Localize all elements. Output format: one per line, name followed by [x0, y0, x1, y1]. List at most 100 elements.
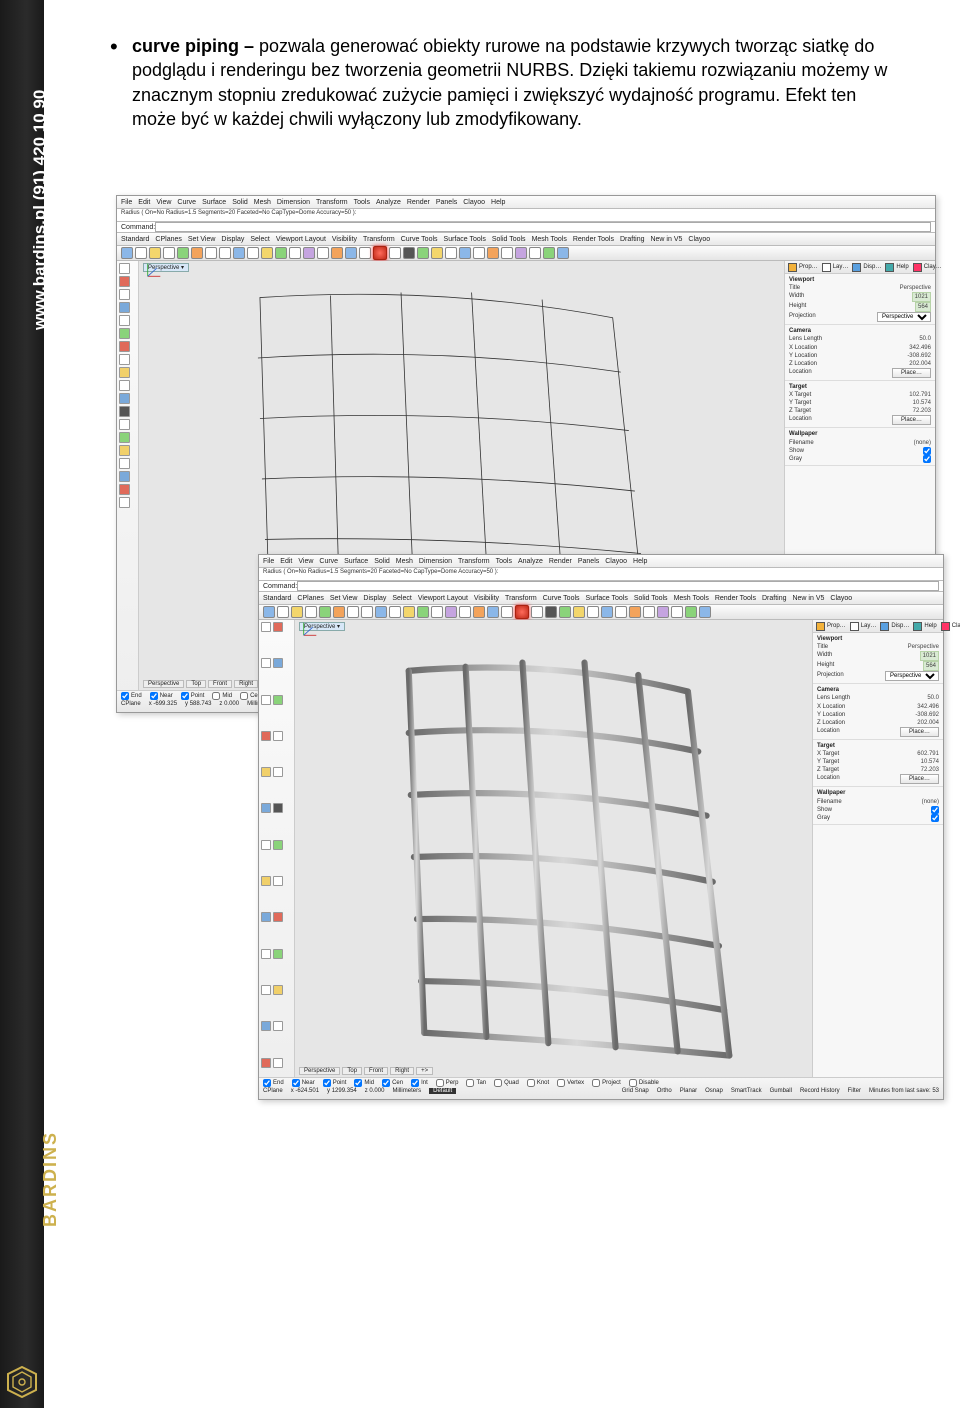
toolbar-tab[interactable]: Visibility: [474, 595, 499, 602]
tool-icon[interactable]: [119, 354, 130, 365]
panel-tab[interactable]: Prop…: [816, 622, 846, 631]
tool-icon[interactable]: [273, 731, 283, 741]
tool-icon[interactable]: [403, 606, 415, 618]
tool-icon[interactable]: [119, 406, 130, 417]
osnap-checkbox[interactable]: [382, 1079, 390, 1087]
menu-item[interactable]: Render: [407, 199, 430, 206]
tool-icon[interactable]: [273, 949, 283, 959]
tool-icon[interactable]: [261, 876, 271, 886]
command-input[interactable]: [297, 581, 939, 591]
tool-icon[interactable]: [261, 695, 271, 705]
tool-icon[interactable]: [573, 606, 585, 618]
place-button[interactable]: Place…: [900, 774, 939, 784]
viewport-tab-button[interactable]: +>: [416, 1067, 433, 1075]
panel-tab[interactable]: Clay…: [913, 263, 942, 272]
tool-icon[interactable]: [119, 458, 130, 469]
tool-icon[interactable]: [515, 247, 527, 259]
tool-icon[interactable]: [345, 247, 357, 259]
gray-checkbox[interactable]: [931, 814, 939, 822]
tool-icon[interactable]: [361, 606, 373, 618]
toolbar-tab[interactable]: Select: [250, 236, 269, 243]
panel-tab[interactable]: Help: [913, 622, 936, 631]
tool-icon[interactable]: [121, 247, 133, 259]
osnap-checkbox[interactable]: [592, 1079, 600, 1087]
osnap-checkbox[interactable]: [121, 692, 129, 700]
panel-tab[interactable]: Clay…: [941, 622, 960, 631]
tool-icon[interactable]: [119, 445, 130, 456]
tool-icon[interactable]: [205, 247, 217, 259]
toolbar-tab[interactable]: Display: [221, 236, 244, 243]
projection-select[interactable]: Perspective: [885, 671, 939, 681]
toolbar-tab[interactable]: Visibility: [332, 236, 357, 243]
tool-icon-highlight[interactable]: [373, 246, 387, 260]
toolbar-tab[interactable]: Clayoo: [830, 595, 852, 602]
tool-icon[interactable]: [219, 247, 231, 259]
tool-icon[interactable]: [261, 1058, 271, 1068]
tool-icon[interactable]: [119, 367, 130, 378]
menu-item[interactable]: Mesh: [396, 558, 413, 565]
menu-item[interactable]: Dimension: [277, 199, 310, 206]
tool-icon[interactable]: [261, 767, 271, 777]
status-toggle[interactable]: Record History: [800, 1088, 840, 1094]
toolbar-tab[interactable]: Solid Tools: [634, 595, 668, 602]
tool-icon[interactable]: [303, 247, 315, 259]
toolbar-tab[interactable]: Render Tools: [573, 236, 614, 243]
tool-icon[interactable]: [119, 471, 130, 482]
osnap-checkbox[interactable]: [150, 692, 158, 700]
tool-icon[interactable]: [119, 497, 130, 508]
osnap-checkbox[interactable]: [323, 1079, 331, 1087]
tool-icon[interactable]: [261, 731, 271, 741]
tool-icon[interactable]: [333, 606, 345, 618]
show-checkbox[interactable]: [931, 806, 939, 814]
osnap-checkbox[interactable]: [466, 1079, 474, 1087]
show-checkbox[interactable]: [923, 447, 931, 455]
tool-icon[interactable]: [261, 912, 271, 922]
tool-icon[interactable]: [263, 606, 275, 618]
tool-icon[interactable]: [291, 606, 303, 618]
tool-icon[interactable]: [135, 247, 147, 259]
panel-tab[interactable]: Disp…: [852, 263, 881, 272]
place-button[interactable]: Place…: [892, 415, 931, 425]
tool-icon[interactable]: [273, 912, 283, 922]
tool-icon[interactable]: [487, 606, 499, 618]
tool-icon[interactable]: [445, 247, 457, 259]
viewport-tab-button[interactable]: Front: [364, 1067, 388, 1075]
tool-icon[interactable]: [459, 247, 471, 259]
tool-icon[interactable]: [119, 289, 130, 300]
tool-icon[interactable]: [685, 606, 697, 618]
viewport[interactable]: Perspective ▾: [295, 620, 812, 1094]
toolbar-tab[interactable]: Surface Tools: [444, 236, 486, 243]
toolbar-tab[interactable]: Solid Tools: [492, 236, 526, 243]
toolbar-tab[interactable]: Mesh Tools: [532, 236, 567, 243]
toolbar-tab[interactable]: Display: [363, 595, 386, 602]
tool-icon[interactable]: [277, 606, 289, 618]
toolbar-tab[interactable]: Viewport Layout: [276, 236, 326, 243]
tool-icon[interactable]: [445, 606, 457, 618]
tool-icon[interactable]: [543, 247, 555, 259]
menu-item[interactable]: File: [263, 558, 274, 565]
tool-icon[interactable]: [273, 767, 283, 777]
tool-icon[interactable]: [331, 247, 343, 259]
tool-icon[interactable]: [305, 606, 317, 618]
osnap-checkbox[interactable]: [240, 692, 248, 700]
tool-icon[interactable]: [289, 247, 301, 259]
tool-icon[interactable]: [261, 247, 273, 259]
tool-icon[interactable]: [261, 658, 271, 668]
toolbar-tab[interactable]: New in V5: [650, 236, 682, 243]
tool-icon[interactable]: [629, 606, 641, 618]
menu-item[interactable]: Transform: [458, 558, 490, 565]
tool-icon[interactable]: [431, 606, 443, 618]
menu-item[interactable]: Render: [549, 558, 572, 565]
tool-icon[interactable]: [273, 1058, 283, 1068]
menu-item[interactable]: File: [121, 199, 132, 206]
toolbar-tab[interactable]: Curve Tools: [401, 236, 438, 243]
tool-icon[interactable]: [317, 247, 329, 259]
tool-icon[interactable]: [119, 393, 130, 404]
tool-icon[interactable]: [657, 606, 669, 618]
tool-icon[interactable]: [119, 302, 130, 313]
tool-icon[interactable]: [601, 606, 613, 618]
tool-icon[interactable]: [417, 247, 429, 259]
menu-item[interactable]: Analyze: [518, 558, 543, 565]
tool-icon[interactable]: [119, 484, 130, 495]
osnap-checkbox[interactable]: [436, 1079, 444, 1087]
